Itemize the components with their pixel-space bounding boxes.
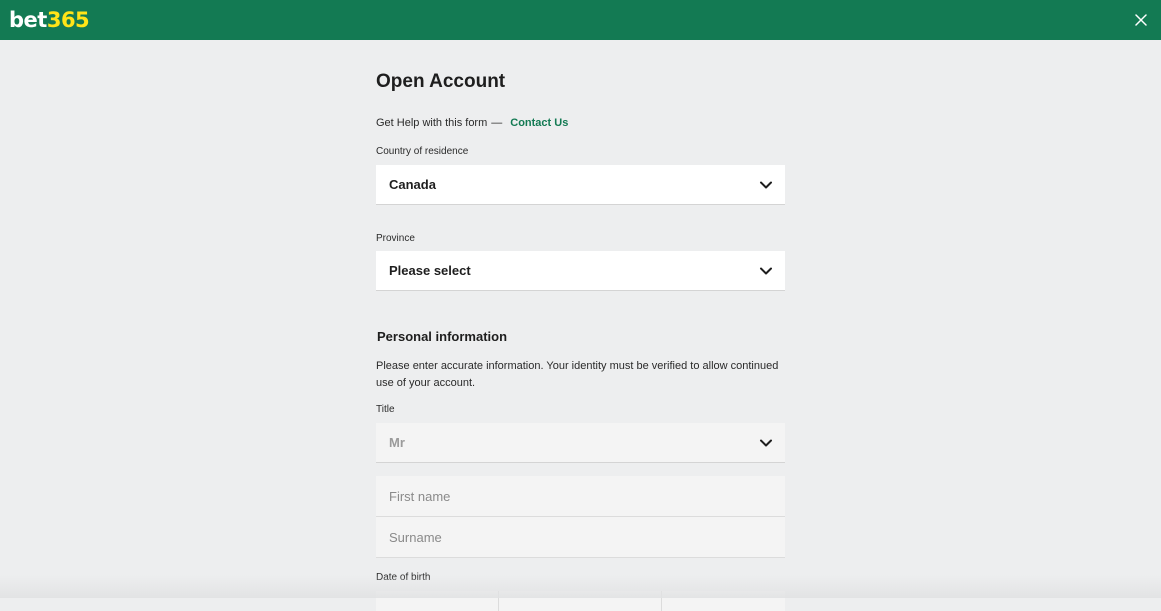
dob-fields bbox=[376, 591, 785, 611]
province-label: Province bbox=[376, 233, 415, 244]
logo-text-365: 365 bbox=[46, 8, 90, 32]
bet365-logo[interactable]: bet365 bbox=[9, 6, 90, 34]
top-bar: bet365 bbox=[0, 0, 1161, 40]
dob-label: Date of birth bbox=[376, 572, 431, 583]
logo-text-bet: bet bbox=[9, 8, 47, 32]
province-value: Please select bbox=[389, 263, 471, 278]
personal-info-heading: Personal information bbox=[377, 329, 508, 344]
title-select[interactable]: Mr bbox=[376, 423, 785, 463]
country-label: Country of residence bbox=[376, 146, 469, 157]
help-text: Get Help with this form bbox=[376, 117, 488, 129]
title-value: Mr bbox=[389, 435, 405, 450]
first-name-input[interactable] bbox=[376, 476, 785, 517]
dob-day-select[interactable] bbox=[376, 591, 499, 611]
country-value: Canada bbox=[389, 177, 436, 192]
surname-input[interactable] bbox=[376, 517, 785, 558]
dob-month-select[interactable] bbox=[499, 591, 662, 611]
contact-us-link[interactable]: Contact Us bbox=[510, 117, 568, 129]
dob-year-select[interactable] bbox=[662, 591, 785, 611]
chevron-down-icon bbox=[760, 181, 772, 189]
province-select[interactable]: Please select bbox=[376, 251, 785, 291]
chevron-down-icon bbox=[760, 267, 772, 275]
personal-info-text: Please enter accurate information. Your … bbox=[376, 360, 779, 389]
help-line: Get Help with this form — Contact Us bbox=[376, 117, 568, 129]
close-icon bbox=[1135, 14, 1147, 26]
country-select[interactable]: Canada bbox=[376, 165, 785, 205]
page-title: Open Account bbox=[376, 71, 506, 92]
title-label: Title bbox=[376, 404, 395, 415]
help-dash: — bbox=[491, 117, 503, 129]
chevron-down-icon bbox=[760, 439, 772, 447]
close-button[interactable] bbox=[1131, 10, 1151, 30]
